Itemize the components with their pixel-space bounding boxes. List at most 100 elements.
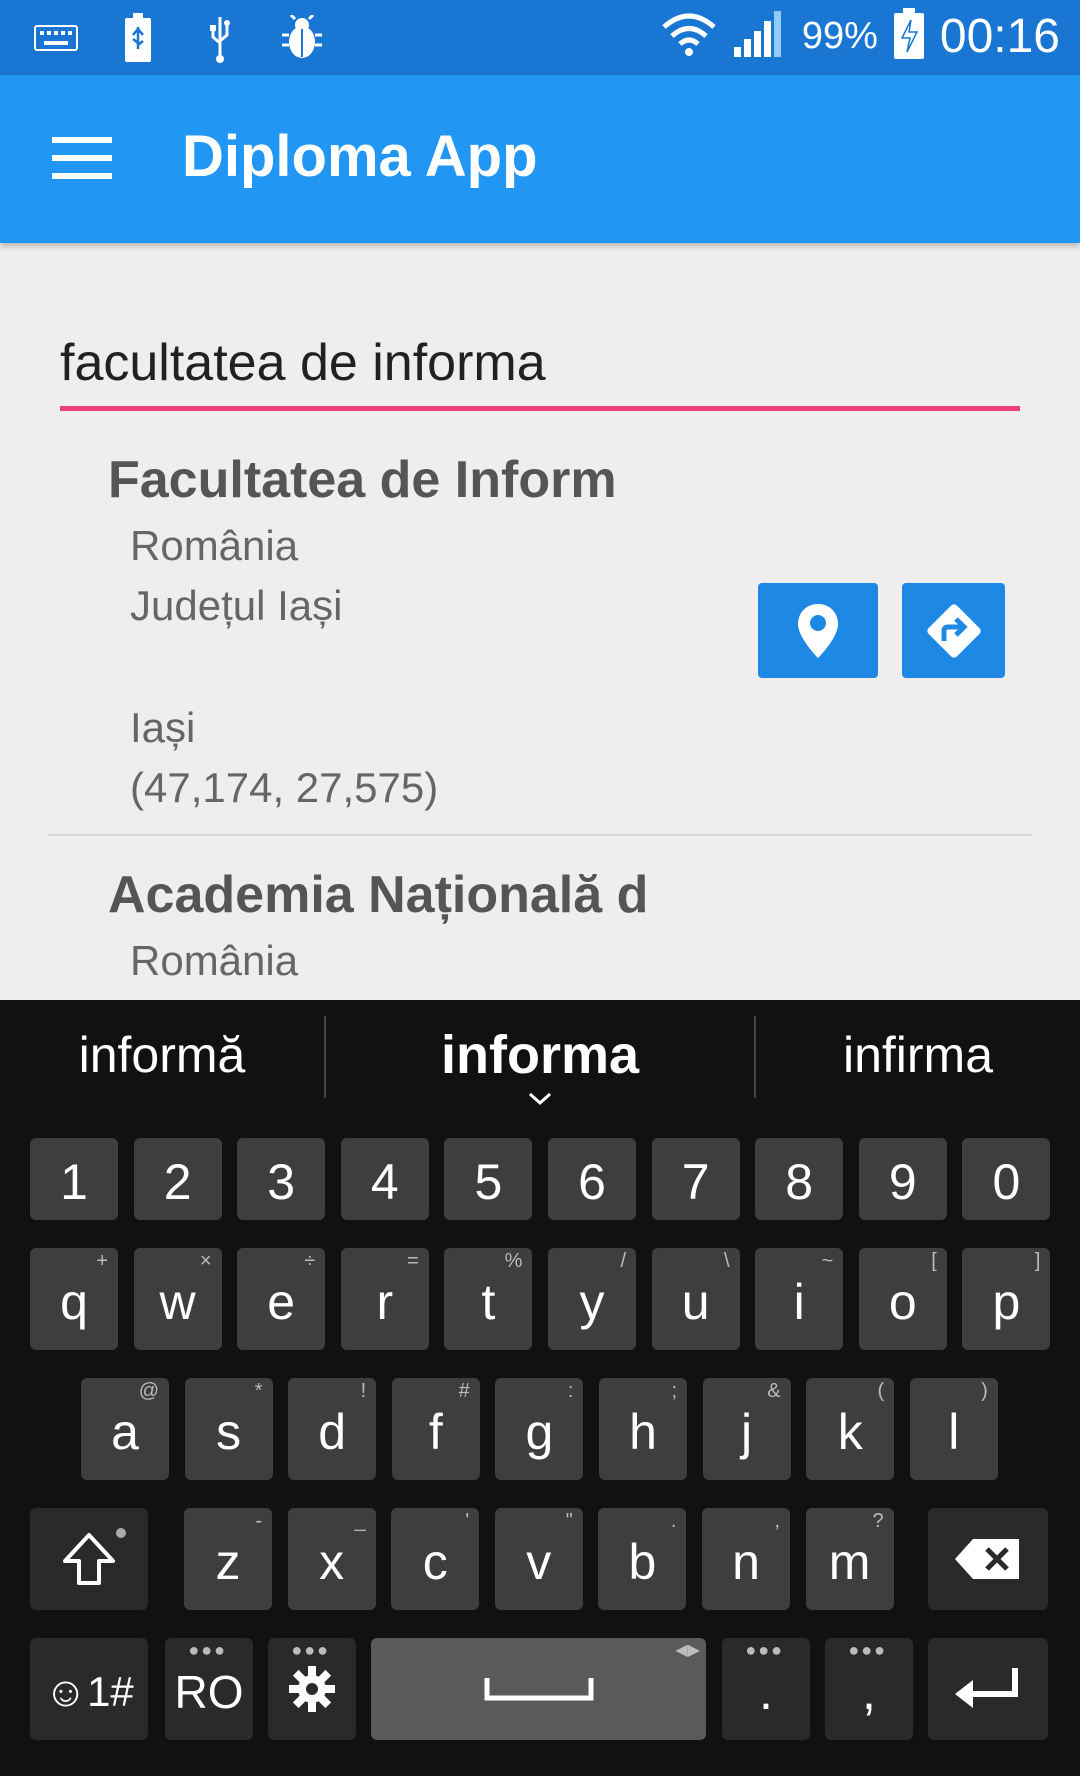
key-x[interactable]: _ x bbox=[287, 1508, 376, 1610]
key-label: m bbox=[828, 1534, 871, 1590]
key-l[interactable]: ) l bbox=[909, 1378, 998, 1480]
search-input[interactable] bbox=[60, 320, 1020, 411]
result-item[interactable]: Academia Națională d România bbox=[0, 855, 1080, 1000]
key-c[interactable]: ' c bbox=[391, 1508, 480, 1610]
key-label: 9 bbox=[888, 1154, 917, 1210]
key-hint: _ bbox=[354, 1510, 366, 1532]
result-country: România bbox=[130, 937, 299, 984]
key-hint: # bbox=[458, 1380, 470, 1402]
key-h[interactable]: ; h bbox=[599, 1378, 687, 1480]
key-y[interactable]: / y bbox=[548, 1248, 636, 1350]
battery-usb-icon bbox=[114, 10, 162, 66]
key-d[interactable]: ! d bbox=[288, 1378, 377, 1480]
period-key[interactable]: ●●● . bbox=[722, 1638, 810, 1740]
enter-arrow-icon bbox=[955, 1668, 1018, 1708]
key-hint: + bbox=[96, 1250, 108, 1272]
space-key[interactable]: ◀▶ bbox=[371, 1638, 706, 1740]
suggestion-1[interactable]: informă bbox=[0, 1000, 324, 1110]
key-q[interactable]: + q bbox=[30, 1248, 118, 1350]
key-7[interactable]: 7 bbox=[651, 1138, 740, 1220]
result-title: Facultatea de Inform bbox=[108, 451, 617, 509]
key-hint: @ bbox=[138, 1380, 159, 1402]
key-hint: ! bbox=[360, 1380, 367, 1402]
key-label: z bbox=[215, 1534, 241, 1590]
key-9[interactable]: 9 bbox=[858, 1138, 947, 1220]
key-k[interactable]: (k bbox=[806, 1378, 895, 1480]
key-hint: = bbox=[407, 1250, 419, 1272]
key-label: g bbox=[525, 1404, 554, 1460]
language-key-label: RO bbox=[174, 1666, 244, 1718]
key-hint: , bbox=[774, 1510, 780, 1532]
key-label: 6 bbox=[578, 1154, 606, 1210]
key-hint: . bbox=[670, 1510, 677, 1532]
wifi-icon bbox=[660, 11, 718, 62]
hamburger-menu-icon[interactable] bbox=[52, 137, 112, 181]
key-o[interactable]: [o bbox=[858, 1248, 947, 1350]
key-s[interactable]: * s bbox=[184, 1378, 273, 1480]
key-label: t bbox=[481, 1274, 496, 1330]
key-e[interactable]: ÷ e bbox=[237, 1248, 326, 1350]
key-v[interactable]: " v bbox=[494, 1508, 583, 1610]
key-3[interactable]: 3 bbox=[237, 1138, 326, 1220]
key-z[interactable]: -z bbox=[184, 1508, 272, 1610]
period-key-label: . bbox=[759, 1664, 773, 1720]
comma-key[interactable]: ●●● , bbox=[825, 1638, 913, 1740]
clock: 00:16 bbox=[939, 10, 1060, 63]
key-w[interactable]: × w bbox=[133, 1248, 222, 1350]
key-label: k bbox=[837, 1404, 863, 1460]
key-b[interactable]: .b bbox=[598, 1508, 687, 1610]
key-m[interactable]: ? m bbox=[805, 1508, 894, 1610]
key-8[interactable]: 8 bbox=[755, 1138, 844, 1220]
shift-key[interactable] bbox=[30, 1508, 148, 1610]
shift-arrow-icon bbox=[63, 1533, 115, 1585]
key-hint: [ bbox=[931, 1250, 937, 1272]
key-j[interactable]: & j bbox=[702, 1378, 791, 1480]
key-label: f bbox=[428, 1404, 443, 1460]
key-g[interactable]: :g bbox=[495, 1378, 584, 1480]
key-label: s bbox=[216, 1404, 242, 1460]
system-status: 99% 00:16 bbox=[660, 8, 1060, 65]
key-label: 0 bbox=[992, 1154, 1021, 1210]
language-key[interactable]: ●●● RO bbox=[165, 1638, 253, 1740]
key-i[interactable]: ~ i bbox=[755, 1248, 844, 1350]
backspace-key[interactable] bbox=[928, 1508, 1048, 1610]
key-n[interactable]: ,n bbox=[702, 1508, 790, 1610]
key-a[interactable]: @ a bbox=[81, 1378, 169, 1480]
suggestion-3[interactable]: infirma bbox=[756, 1000, 1080, 1110]
key-0[interactable]: 0 bbox=[962, 1138, 1051, 1220]
key-6[interactable]: 6 bbox=[548, 1138, 636, 1220]
show-on-map-button[interactable] bbox=[758, 583, 878, 678]
gear-icon bbox=[289, 1666, 335, 1712]
key-label: 7 bbox=[681, 1154, 710, 1210]
key-r[interactable]: = r bbox=[340, 1248, 429, 1350]
key-4[interactable]: 4 bbox=[340, 1138, 429, 1220]
key-hint: ' bbox=[465, 1510, 470, 1532]
key-label: n bbox=[732, 1534, 760, 1590]
key-label: c bbox=[422, 1534, 448, 1590]
key-1[interactable]: 1 bbox=[30, 1138, 118, 1220]
result-title: Academia Națională d bbox=[108, 866, 649, 924]
key-f[interactable]: # f bbox=[391, 1378, 480, 1480]
key-p[interactable]: ] p bbox=[962, 1248, 1051, 1350]
key-label: p bbox=[992, 1274, 1021, 1330]
result-divider bbox=[48, 834, 1032, 836]
key-label: 3 bbox=[267, 1154, 296, 1210]
key-2[interactable]: 2 bbox=[133, 1138, 222, 1220]
key-t[interactable]: % t bbox=[444, 1248, 533, 1350]
key-hint: ~ bbox=[821, 1250, 834, 1272]
key-label: d bbox=[318, 1404, 347, 1460]
settings-key[interactable]: ●●● bbox=[268, 1638, 356, 1740]
key-u[interactable]: \ u bbox=[651, 1248, 740, 1350]
key-5[interactable]: 5 bbox=[444, 1138, 533, 1220]
key-label: 8 bbox=[785, 1154, 814, 1210]
result-country: România bbox=[130, 522, 299, 569]
key-hint: ] bbox=[1034, 1250, 1041, 1272]
soft-keyboard: informă informa infirma 1 2 3 4 5 6 7 8 9 0 + q × w ÷ e… bbox=[0, 1000, 1080, 1776]
enter-key[interactable] bbox=[928, 1638, 1048, 1740]
chevron-down-icon[interactable] bbox=[528, 1092, 552, 1111]
key-label: b bbox=[628, 1534, 657, 1590]
symbols-key-label: ☺1# bbox=[44, 1668, 134, 1715]
symbols-key[interactable]: ☺1# bbox=[30, 1638, 148, 1740]
keyboard-icon bbox=[32, 10, 80, 66]
directions-button[interactable] bbox=[902, 583, 1005, 678]
